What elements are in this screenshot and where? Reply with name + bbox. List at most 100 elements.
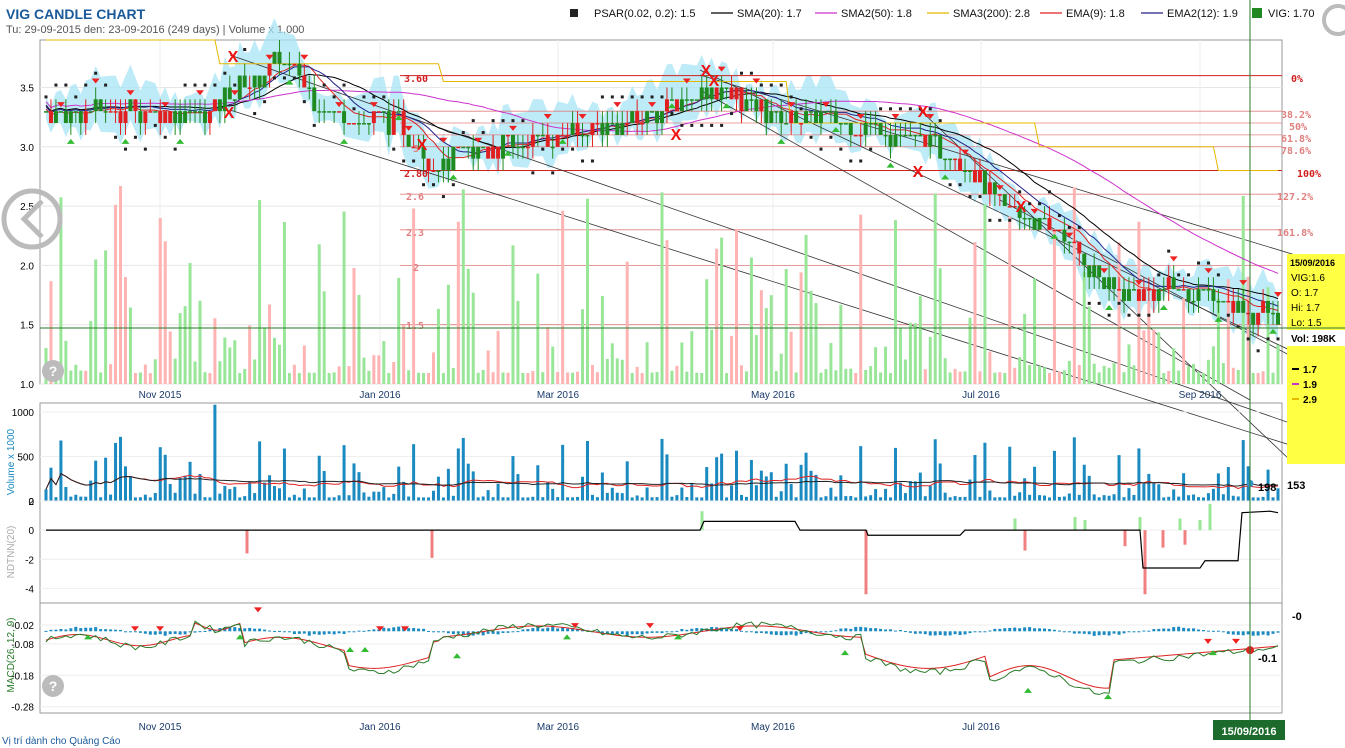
candle-body bbox=[953, 158, 958, 161]
psar-dot bbox=[64, 83, 68, 87]
macd-histogram-bar bbox=[431, 631, 435, 633]
candle-body bbox=[1186, 289, 1191, 301]
candle-chart[interactable]: VIG CANDLE CHART Tu: 29-09-2015 den: 23-… bbox=[0, 0, 1345, 748]
macd-buy-marker bbox=[1104, 694, 1112, 700]
ndtnn-axis: 2 0 -2 -4 bbox=[25, 497, 34, 595]
price-volume-bar bbox=[903, 359, 907, 384]
zoom-in-button[interactable] bbox=[1322, 4, 1345, 36]
price-volume-bar bbox=[1236, 369, 1240, 384]
macd-histogram-bar bbox=[551, 626, 555, 632]
macd-histogram-bar bbox=[506, 631, 510, 633]
psar-dot bbox=[898, 107, 902, 111]
candle-body bbox=[188, 111, 193, 113]
price-volume-bar bbox=[1152, 329, 1156, 384]
candle-body bbox=[868, 123, 873, 125]
fib-label-786: 78.6% bbox=[1281, 146, 1311, 157]
volume-bar bbox=[978, 496, 982, 501]
macd-histogram-bar bbox=[774, 631, 778, 635]
price-volume-bar bbox=[253, 359, 257, 384]
volume-bar bbox=[1241, 440, 1245, 501]
macd-histogram-bar bbox=[1052, 629, 1056, 632]
candle-body bbox=[1077, 241, 1082, 254]
price-volume-bar bbox=[292, 364, 296, 384]
psar-dot bbox=[1177, 273, 1181, 277]
price-volume-bar bbox=[556, 371, 560, 384]
price-volume-bar bbox=[407, 370, 411, 384]
psar-dot bbox=[1028, 202, 1032, 206]
candle-body bbox=[1136, 289, 1141, 301]
candle-body bbox=[1097, 265, 1102, 278]
candle-body bbox=[1151, 289, 1156, 301]
macd-histogram-bar bbox=[69, 628, 73, 632]
footer-ad[interactable]: Vị trí dành cho Quảng Cáo bbox=[2, 736, 121, 747]
price-volume-bar bbox=[1246, 276, 1250, 384]
volume-bar bbox=[183, 475, 187, 501]
psar-dot bbox=[1047, 190, 1051, 194]
candle-body bbox=[1057, 229, 1062, 232]
candle-body bbox=[525, 146, 530, 149]
psar-dot bbox=[273, 76, 277, 80]
volume-bar bbox=[1211, 488, 1215, 501]
macd-histogram-bar bbox=[794, 631, 798, 636]
price-volume-bar bbox=[913, 323, 917, 384]
psar-dot bbox=[690, 123, 694, 127]
price-volume-bar bbox=[918, 296, 922, 384]
fib-label-0: 0% bbox=[1291, 74, 1303, 85]
volume-bar bbox=[64, 487, 68, 501]
candle-body bbox=[1241, 300, 1246, 313]
candle-body bbox=[1027, 217, 1032, 220]
macd-histogram-bar bbox=[764, 631, 768, 634]
price-volume-bar bbox=[804, 234, 808, 384]
month-axis-top: Nov 2015 Jan 2016 Mar 2016 May 2016 Jul … bbox=[139, 390, 1222, 401]
volume-bar bbox=[297, 497, 301, 501]
macd-histogram-bar bbox=[610, 631, 614, 635]
candle-body bbox=[406, 134, 411, 147]
candle-body bbox=[744, 99, 749, 112]
volume-bar bbox=[1003, 497, 1007, 501]
price-volume-bar bbox=[1261, 371, 1265, 384]
psar-dot bbox=[54, 83, 58, 87]
psar-dot bbox=[233, 83, 237, 87]
macd-histogram-bar bbox=[789, 631, 793, 635]
price-volume-bar bbox=[173, 358, 177, 384]
macd-histogram-bar bbox=[913, 631, 917, 634]
macd-histogram-bar bbox=[417, 628, 421, 632]
macd-histogram-bar bbox=[168, 631, 172, 635]
volume-bar bbox=[1107, 495, 1111, 501]
price-volume-bar bbox=[983, 204, 987, 384]
zoom-out-icon[interactable] bbox=[1, 188, 63, 250]
help-button-price[interactable]: ? bbox=[42, 360, 64, 382]
psar-dot bbox=[551, 171, 555, 175]
volume-bar bbox=[1087, 475, 1091, 501]
volume-bar bbox=[233, 486, 237, 501]
psar-dot bbox=[650, 95, 654, 99]
zoom-in-icon[interactable] bbox=[1322, 4, 1345, 36]
macd-histogram-bar bbox=[367, 630, 371, 632]
chart-subtitle: Tu: 29-09-2015 den: 23-09-2016 (249 days… bbox=[6, 24, 304, 36]
candle-body bbox=[481, 146, 486, 149]
candle-body bbox=[520, 146, 525, 149]
info-box-bg bbox=[1287, 254, 1345, 464]
candle-body bbox=[863, 123, 868, 135]
volume-bar bbox=[1221, 494, 1225, 501]
psar-dot bbox=[978, 195, 982, 199]
psar-dot bbox=[829, 135, 833, 139]
candle-body bbox=[933, 134, 938, 137]
fib-label-100: 100% bbox=[1297, 169, 1321, 180]
macd-histogram-bar bbox=[1201, 630, 1205, 632]
volume-bar bbox=[869, 495, 873, 501]
price-volume-bar bbox=[1102, 365, 1106, 384]
volume-bar bbox=[948, 497, 952, 501]
macd-histogram-bar bbox=[1266, 631, 1270, 636]
price-volume-bar bbox=[481, 369, 485, 384]
volume-bar bbox=[640, 497, 644, 501]
info-ma-sma50: 1.9 bbox=[1303, 380, 1317, 391]
psar-dot bbox=[1127, 313, 1131, 317]
psar-dot bbox=[739, 71, 743, 75]
candle-body bbox=[535, 134, 540, 137]
zoom-out-button[interactable] bbox=[1, 188, 63, 250]
help-button-macd[interactable]: ? bbox=[42, 675, 64, 697]
candle-body bbox=[83, 111, 88, 124]
volume-bar bbox=[1251, 497, 1255, 501]
volume-bar bbox=[1062, 496, 1066, 501]
